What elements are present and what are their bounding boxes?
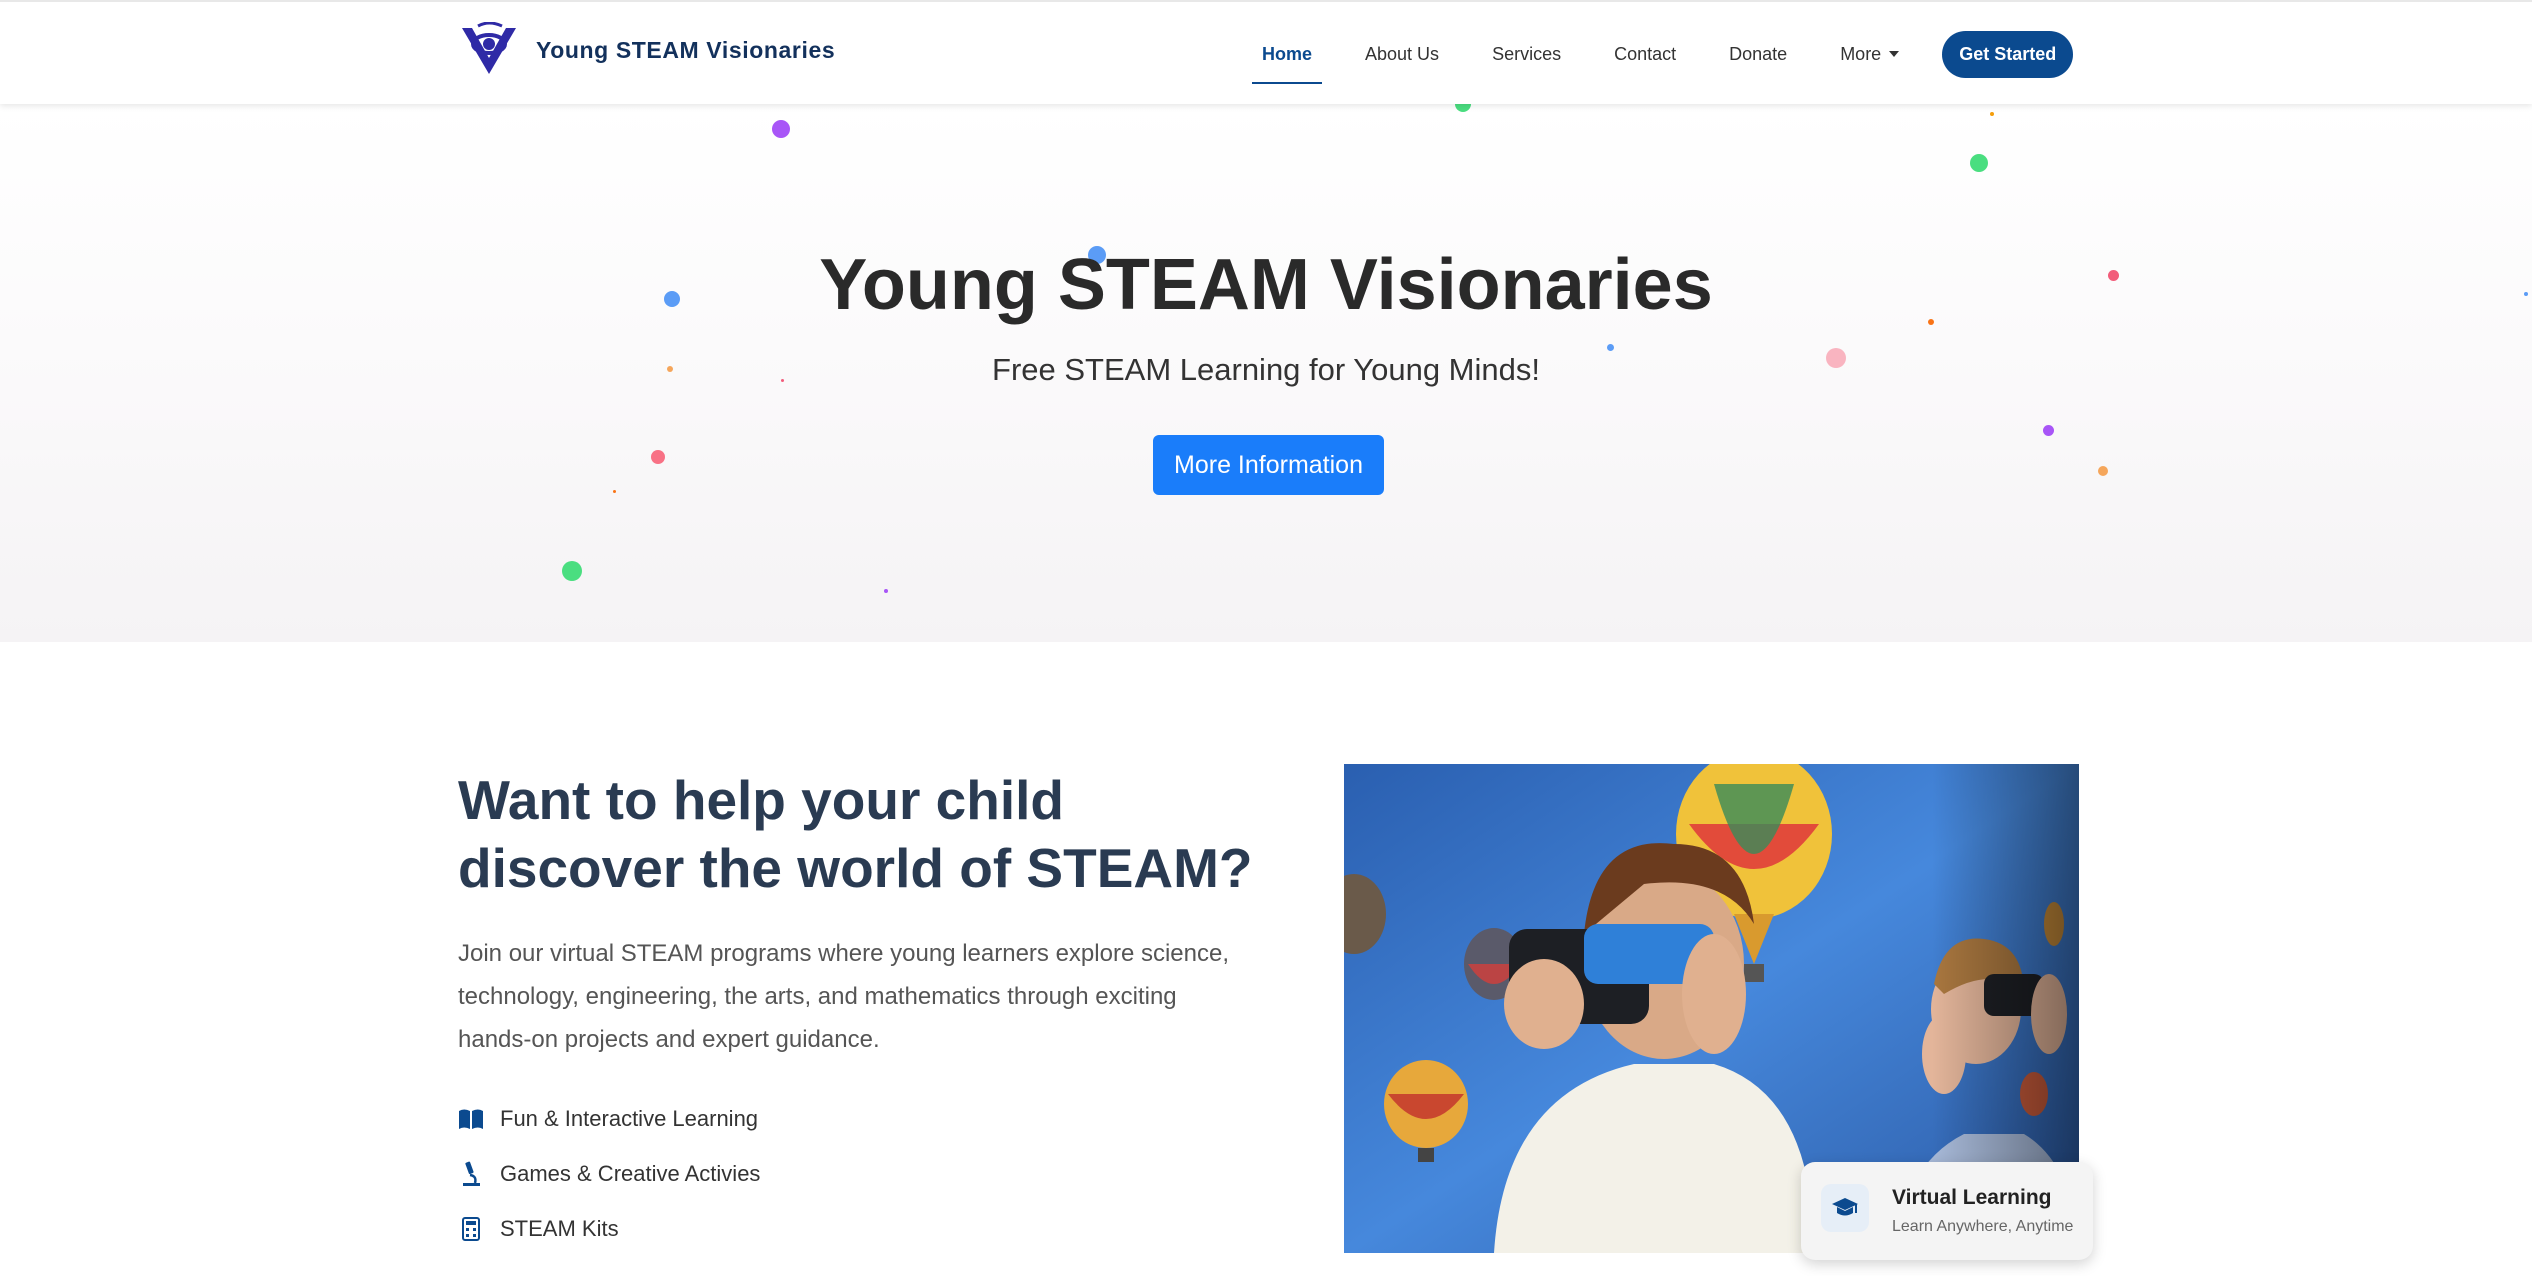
feature-label: Fun & Interactive Learning xyxy=(500,1106,759,1131)
more-information-button[interactable]: More Information xyxy=(1153,435,1384,495)
decorative-dot xyxy=(613,490,616,493)
hero-title: Young STEAM Visionaries xyxy=(819,245,1713,325)
feature-item: Games & Creative Activies xyxy=(458,1161,760,1187)
nav-about-us[interactable]: About Us xyxy=(1365,2,1439,106)
decorative-dot xyxy=(2043,425,2054,436)
nav-contact-label: Contact xyxy=(1614,43,1677,64)
book-icon xyxy=(458,1106,484,1132)
virtual-learning-badge: Virtual Learning Learn Anywhere, Anytime xyxy=(1801,1162,2093,1260)
intro-description-line: hands-on projects and expert guidance. xyxy=(458,1026,880,1053)
nav-contact[interactable]: Contact xyxy=(1614,2,1676,106)
decorative-dot xyxy=(2098,466,2108,476)
microscope-icon xyxy=(458,1161,484,1187)
nav-more-label: More xyxy=(1840,43,1882,64)
intro-description-line: Join our virtual STEAM programs where yo… xyxy=(458,940,1230,967)
nav-more-dropdown[interactable]: More xyxy=(1840,2,1900,106)
decorative-dot xyxy=(884,589,888,593)
hero-section: Young STEAM Visionaries Free STEAM Learn… xyxy=(0,96,2532,642)
brand[interactable]: Young STEAM Visionaries xyxy=(458,22,835,78)
hero-subtitle: Free STEAM Learning for Young Minds! xyxy=(992,352,1540,387)
feature-label: STEAM Kits xyxy=(500,1216,619,1241)
decorative-dot xyxy=(1970,154,1988,172)
nav-home[interactable]: Home xyxy=(1251,2,1323,106)
intro-title: Want to help your child discover the wor… xyxy=(458,766,1258,902)
feature-item: Fun & Interactive Learning xyxy=(458,1106,758,1132)
main-nav: Home About Us Services Contact Donate Mo… xyxy=(1251,2,2074,106)
nav-services[interactable]: Services xyxy=(1492,2,1561,106)
decorative-dot xyxy=(772,120,790,138)
intro-description-line: technology, engineering, the arts, and m… xyxy=(458,983,1177,1010)
intro-description: Join our virtual STEAM programs where yo… xyxy=(458,932,1258,1061)
navbar: Young STEAM Visionaries Home About Us Se… xyxy=(0,0,2532,104)
nav-about-us-label: About Us xyxy=(1365,43,1440,64)
caret-down-icon xyxy=(1889,51,1900,57)
badge-subtitle: Learn Anywhere, Anytime xyxy=(1892,1218,2074,1235)
decorative-dot xyxy=(651,450,665,464)
decorative-dot xyxy=(562,561,582,581)
logo-icon xyxy=(462,22,516,74)
get-started-button[interactable]: Get Started xyxy=(1942,30,2074,78)
nav-donate-label: Donate xyxy=(1729,43,1788,64)
brand-name: Young STEAM Visionaries xyxy=(536,36,836,63)
badge-title: Virtual Learning xyxy=(1892,1186,2052,1209)
intro-title-line-1: Want to help your child xyxy=(458,769,1064,831)
decorative-dot xyxy=(1990,112,1994,116)
intro-title-line-2: discover the world of STEAM? xyxy=(458,837,1253,899)
nav-donate[interactable]: Donate xyxy=(1729,2,1787,106)
feature-item: STEAM Kits xyxy=(458,1216,619,1242)
nav-services-label: Services xyxy=(1492,43,1562,64)
feature-label: Games & Creative Activies xyxy=(500,1161,761,1186)
decorative-dot xyxy=(1607,344,1614,351)
nav-home-label: Home xyxy=(1262,43,1313,64)
calculator-icon xyxy=(458,1216,484,1242)
graduation-cap-icon xyxy=(1821,1184,1869,1232)
